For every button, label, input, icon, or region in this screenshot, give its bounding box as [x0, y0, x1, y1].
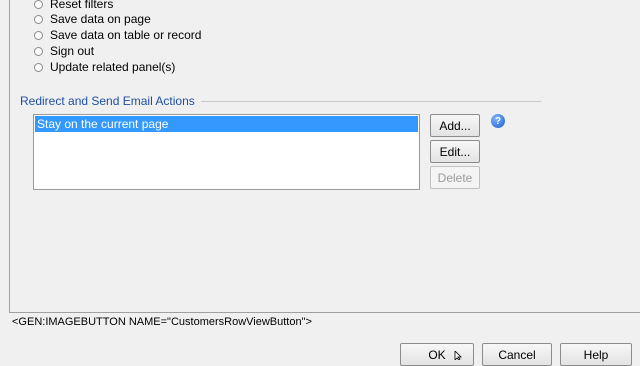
- radio-label: Update related panel(s): [50, 60, 176, 74]
- redirect-group-header: Redirect and Send Email Actions: [20, 94, 541, 108]
- radio-label: Save data on page: [50, 12, 151, 26]
- radio-button[interactable]: [34, 30, 43, 40]
- dialog-left-border: [9, 0, 10, 312]
- delete-button[interactable]: Delete: [430, 166, 480, 189]
- mouse-cursor-icon: [454, 351, 462, 360]
- group-divider: [200, 100, 541, 102]
- radio-label: Sign out: [50, 44, 95, 58]
- redirect-actions-list[interactable]: Stay on the current page: [33, 114, 420, 190]
- radio-button[interactable]: [34, 62, 43, 72]
- radio-button[interactable]: [34, 0, 43, 9]
- radio-option-sign-out[interactable]: Sign out: [34, 43, 94, 59]
- edit-button[interactable]: Edit...: [430, 140, 480, 163]
- help-button[interactable]: Help: [560, 343, 632, 366]
- list-item[interactable]: Stay on the current page: [35, 116, 418, 132]
- radio-label: Reset filters: [50, 0, 114, 11]
- add-button[interactable]: Add...: [430, 114, 480, 137]
- radio-button[interactable]: [34, 46, 43, 56]
- help-icon[interactable]: ?: [491, 114, 505, 128]
- radio-button[interactable]: [34, 14, 43, 24]
- redirect-group-title: Redirect and Send Email Actions: [20, 94, 195, 108]
- cancel-button[interactable]: Cancel: [482, 343, 552, 366]
- radio-option-update-related-panels[interactable]: Update related panel(s): [34, 59, 175, 75]
- radio-label: Save data on table or record: [50, 28, 202, 42]
- status-separator: [9, 312, 640, 313]
- radio-option-save-data-on-table[interactable]: Save data on table or record: [34, 27, 201, 43]
- tag-status-text: <GEN:IMAGEBUTTON NAME="CustomersRowViewB…: [12, 316, 312, 328]
- radio-option-save-data-on-page[interactable]: Save data on page: [34, 11, 151, 27]
